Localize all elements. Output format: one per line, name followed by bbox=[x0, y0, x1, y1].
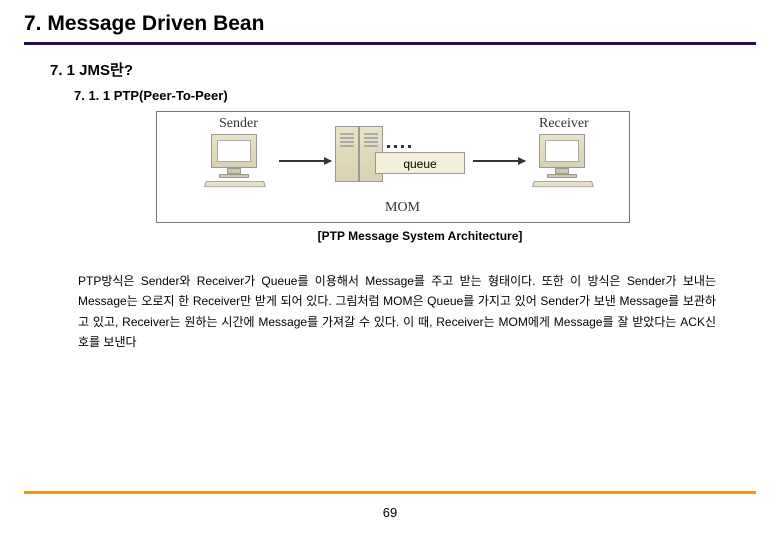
page-number: 69 bbox=[0, 505, 780, 520]
arrow-icon bbox=[473, 160, 525, 162]
receiver-computer-icon bbox=[529, 134, 609, 190]
footer-rule bbox=[24, 491, 756, 494]
queue-label: queue bbox=[403, 157, 436, 171]
ptp-diagram: Sender queue Receiver MOM bbox=[156, 111, 630, 223]
section-heading: 7. 1 JMS란? bbox=[50, 59, 756, 80]
queue-box: queue bbox=[375, 152, 465, 174]
sender-computer-icon bbox=[201, 134, 281, 190]
subsection-heading: 7. 1. 1 PTP(Peer-To-Peer) bbox=[74, 88, 756, 103]
diagram-caption: [PTP Message System Architecture] bbox=[84, 229, 756, 243]
page-title: 7. Message Driven Bean bbox=[24, 12, 756, 36]
body-paragraph: PTP방식은 Sender와 Receiver가 Queue를 이용해서 Mes… bbox=[78, 271, 716, 353]
arrow-icon bbox=[279, 160, 331, 162]
receiver-label: Receiver bbox=[539, 116, 589, 132]
mom-label: MOM bbox=[385, 200, 420, 216]
sender-label: Sender bbox=[219, 116, 258, 132]
